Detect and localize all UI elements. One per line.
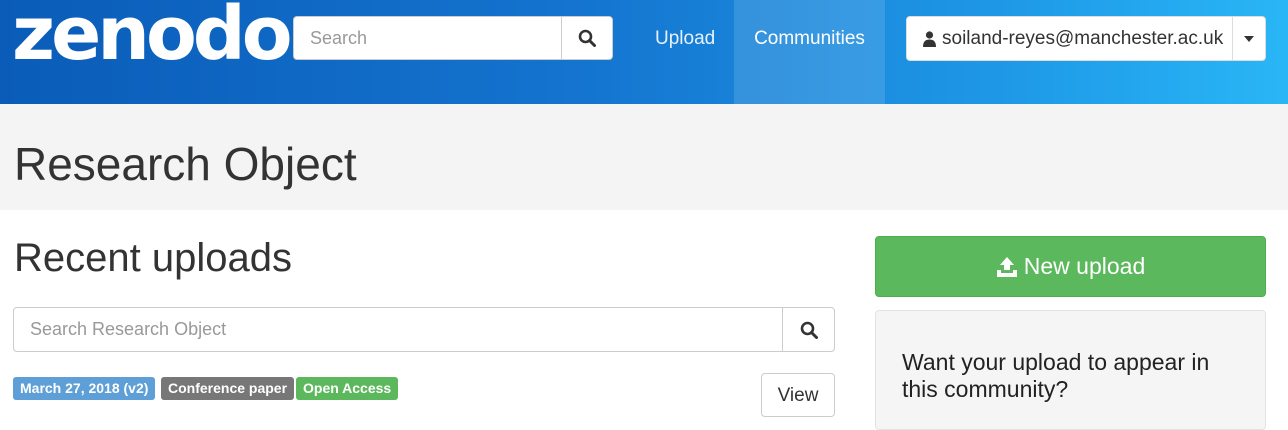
section-title: Recent uploads — [14, 236, 292, 280]
nav-upload-link[interactable]: Upload — [655, 0, 715, 104]
user-menu-dropdown-toggle[interactable] — [1232, 17, 1265, 60]
global-search — [293, 16, 613, 60]
upload-icon — [996, 256, 1017, 277]
record-type-badge: Conference paper — [161, 377, 295, 400]
global-search-input[interactable] — [294, 17, 596, 59]
record-access-badge: Open Access — [296, 377, 399, 400]
search-icon — [578, 29, 596, 47]
new-upload-button[interactable]: New upload — [875, 236, 1266, 297]
search-icon — [800, 321, 818, 339]
nav-communities-link[interactable]: Communities — [734, 0, 885, 104]
caret-down-icon — [1244, 35, 1254, 42]
community-search-button[interactable] — [782, 308, 834, 351]
user-email: soiland-reyes@manchester.ac.uk — [942, 27, 1224, 49]
page-title: Research Object — [14, 138, 357, 190]
new-upload-label: New upload — [1023, 253, 1146, 279]
record-date-badge: March 27, 2018 (v2) — [13, 377, 156, 400]
community-upload-prompt: Want your upload to appear in this commu… — [902, 349, 1210, 402]
zenodo-logo[interactable]: zenodo — [12, 0, 293, 74]
navbar: zenodo Upload Communities soiland-reyes@… — [0, 0, 1288, 104]
community-search-input[interactable] — [14, 308, 814, 351]
community-upload-panel: Want your upload to appear in this commu… — [875, 310, 1266, 430]
record-view-button[interactable]: View — [761, 373, 835, 417]
record-title-cropped[interactable] — [140, 408, 740, 417]
user-menu-button[interactable]: soiland-reyes@manchester.ac.uk — [907, 17, 1234, 60]
community-search — [13, 307, 835, 352]
user-icon — [923, 30, 936, 47]
user-menu: soiland-reyes@manchester.ac.uk — [906, 16, 1266, 61]
global-search-button[interactable] — [561, 17, 612, 59]
